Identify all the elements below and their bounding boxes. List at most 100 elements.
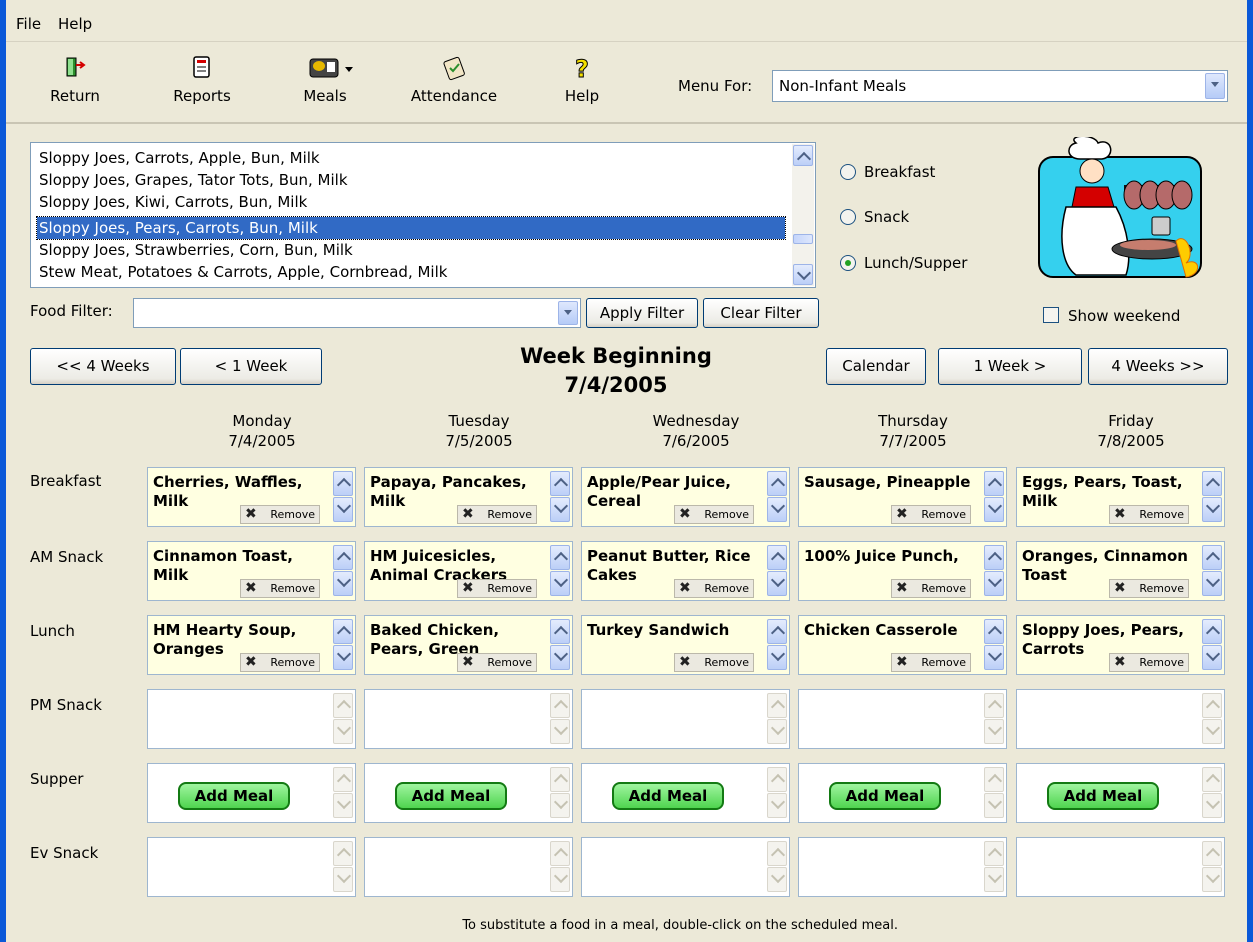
- cell-scrollbar[interactable]: [984, 767, 1004, 819]
- list-item[interactable]: Sloppy Joes, Strawberries, Corn, Bun, Mi…: [37, 239, 785, 261]
- scroll-up-icon[interactable]: [767, 619, 787, 644]
- cell-scrollbar[interactable]: [1202, 841, 1222, 893]
- remove-button[interactable]: Remove: [891, 579, 971, 598]
- meal-cell-ev-snack-friday[interactable]: [1016, 837, 1225, 897]
- cell-scrollbar[interactable]: [767, 767, 787, 819]
- add-meal-button[interactable]: Add Meal: [395, 782, 507, 810]
- cell-scrollbar[interactable]: [1202, 471, 1222, 523]
- meal-cell-am-snack-wednesday[interactable]: Peanut Butter, Rice CakesRemove: [581, 541, 790, 601]
- scroll-down-icon[interactable]: [333, 719, 353, 744]
- meal-cell-lunch-wednesday[interactable]: Turkey SandwichRemove: [581, 615, 790, 675]
- cell-scrollbar[interactable]: [550, 767, 570, 819]
- cell-scrollbar[interactable]: [333, 619, 353, 671]
- scroll-down-icon[interactable]: [550, 497, 570, 522]
- meal-cell-breakfast-monday[interactable]: Cherries, Waffles, MilkRemove: [147, 467, 356, 527]
- scroll-up-icon[interactable]: [984, 767, 1004, 792]
- cell-scrollbar[interactable]: [767, 471, 787, 523]
- meal-cell-pm-snack-thursday[interactable]: [798, 689, 1007, 749]
- scroll-down-icon[interactable]: [333, 867, 353, 892]
- meals-button[interactable]: Meals: [300, 54, 364, 105]
- cell-scrollbar[interactable]: [550, 545, 570, 597]
- scroll-down-icon[interactable]: [984, 571, 1004, 596]
- cell-scrollbar[interactable]: [550, 693, 570, 745]
- cell-scrollbar[interactable]: [984, 619, 1004, 671]
- scroll-up-icon[interactable]: [333, 471, 353, 496]
- scroll-up-icon[interactable]: [550, 693, 570, 718]
- scroll-down-icon[interactable]: [767, 867, 787, 892]
- remove-button[interactable]: Remove: [457, 653, 537, 672]
- remove-button[interactable]: Remove: [457, 579, 537, 598]
- scroll-down-icon[interactable]: [333, 571, 353, 596]
- scroll-up-icon[interactable]: [550, 545, 570, 570]
- show-weekend-checkbox[interactable]: [1043, 307, 1059, 323]
- scroll-up-icon[interactable]: [550, 841, 570, 866]
- clear-filter-button[interactable]: Clear Filter: [703, 298, 819, 328]
- forward-4-weeks-button[interactable]: 4 Weeks >>: [1088, 348, 1228, 385]
- meal-cell-ev-snack-monday[interactable]: [147, 837, 356, 897]
- meal-cell-supper-monday[interactable]: Add Meal: [147, 763, 356, 823]
- scroll-down-icon[interactable]: [1202, 645, 1222, 670]
- scroll-up-icon[interactable]: [1202, 471, 1222, 496]
- meal-cell-ev-snack-thursday[interactable]: [798, 837, 1007, 897]
- back-4-weeks-button[interactable]: << 4 Weeks: [30, 348, 176, 385]
- scroll-down-icon[interactable]: [984, 793, 1004, 818]
- calendar-button[interactable]: Calendar: [826, 348, 926, 385]
- add-meal-button[interactable]: Add Meal: [829, 782, 941, 810]
- scroll-down-icon[interactable]: [1202, 867, 1222, 892]
- scroll-up-icon[interactable]: [1202, 545, 1222, 570]
- scroll-up-icon[interactable]: [984, 471, 1004, 496]
- remove-button[interactable]: Remove: [1109, 579, 1189, 598]
- cell-scrollbar[interactable]: [333, 471, 353, 523]
- meal-cell-supper-wednesday[interactable]: Add Meal: [581, 763, 790, 823]
- food-filter-select[interactable]: [133, 298, 581, 328]
- meal-cell-am-snack-monday[interactable]: Cinnamon Toast, MilkRemove: [147, 541, 356, 601]
- cell-scrollbar[interactable]: [333, 693, 353, 745]
- scroll-down-icon[interactable]: [333, 497, 353, 522]
- scroll-up-icon[interactable]: [984, 841, 1004, 866]
- scroll-down-icon[interactable]: [984, 719, 1004, 744]
- scroll-up-icon[interactable]: [333, 841, 353, 866]
- cell-scrollbar[interactable]: [767, 841, 787, 893]
- apply-filter-button[interactable]: Apply Filter: [586, 298, 698, 328]
- scroll-down-icon[interactable]: [767, 645, 787, 670]
- scroll-up-icon[interactable]: [767, 841, 787, 866]
- back-1-week-button[interactable]: < 1 Week: [180, 348, 322, 385]
- menu-for-select[interactable]: Non-Infant Meals: [772, 70, 1228, 102]
- chevron-down-icon[interactable]: [558, 301, 578, 325]
- meal-cell-pm-snack-wednesday[interactable]: [581, 689, 790, 749]
- add-meal-button[interactable]: Add Meal: [612, 782, 724, 810]
- forward-1-week-button[interactable]: 1 Week >: [938, 348, 1082, 385]
- scroll-up-icon[interactable]: [767, 693, 787, 718]
- scroll-down-icon[interactable]: [333, 793, 353, 818]
- meal-cell-lunch-thursday[interactable]: Chicken CasseroleRemove: [798, 615, 1007, 675]
- chevron-down-icon[interactable]: [1205, 73, 1225, 99]
- list-item[interactable]: Stew Meat, Potatoes & Carrots, Apple, Co…: [37, 261, 785, 283]
- meal-cell-am-snack-tuesday[interactable]: HM Juicesicles, Animal CrackersRemove: [364, 541, 573, 601]
- scroll-up-icon[interactable]: [767, 545, 787, 570]
- cell-scrollbar[interactable]: [550, 471, 570, 523]
- cell-scrollbar[interactable]: [767, 545, 787, 597]
- attendance-button[interactable]: Attendance: [402, 54, 506, 105]
- scroll-down-icon[interactable]: [1202, 719, 1222, 744]
- scroll-down-icon[interactable]: [767, 793, 787, 818]
- scroll-up-icon[interactable]: [1202, 619, 1222, 644]
- cell-scrollbar[interactable]: [984, 471, 1004, 523]
- cell-scrollbar[interactable]: [550, 619, 570, 671]
- cell-scrollbar[interactable]: [333, 545, 353, 597]
- help-button[interactable]: ? Help: [560, 54, 604, 106]
- meal-cell-ev-snack-wednesday[interactable]: [581, 837, 790, 897]
- cell-scrollbar[interactable]: [1202, 619, 1222, 671]
- meal-cell-pm-snack-monday[interactable]: [147, 689, 356, 749]
- meal-cell-pm-snack-friday[interactable]: [1016, 689, 1225, 749]
- meal-cell-breakfast-friday[interactable]: Eggs, Pears, Toast, MilkRemove: [1016, 467, 1225, 527]
- scroll-up-icon[interactable]: [1202, 693, 1222, 718]
- list-item[interactable]: Sloppy Joes, Grapes, Tator Tots, Bun, Mi…: [37, 169, 785, 191]
- reports-button[interactable]: Reports: [169, 54, 235, 105]
- cell-scrollbar[interactable]: [1202, 767, 1222, 819]
- scroll-down-icon[interactable]: [1202, 497, 1222, 522]
- remove-button[interactable]: Remove: [240, 579, 320, 598]
- scroll-up-icon[interactable]: [1202, 841, 1222, 866]
- remove-button[interactable]: Remove: [240, 505, 320, 524]
- meal-cell-supper-thursday[interactable]: Add Meal: [798, 763, 1007, 823]
- scroll-up-icon[interactable]: [984, 545, 1004, 570]
